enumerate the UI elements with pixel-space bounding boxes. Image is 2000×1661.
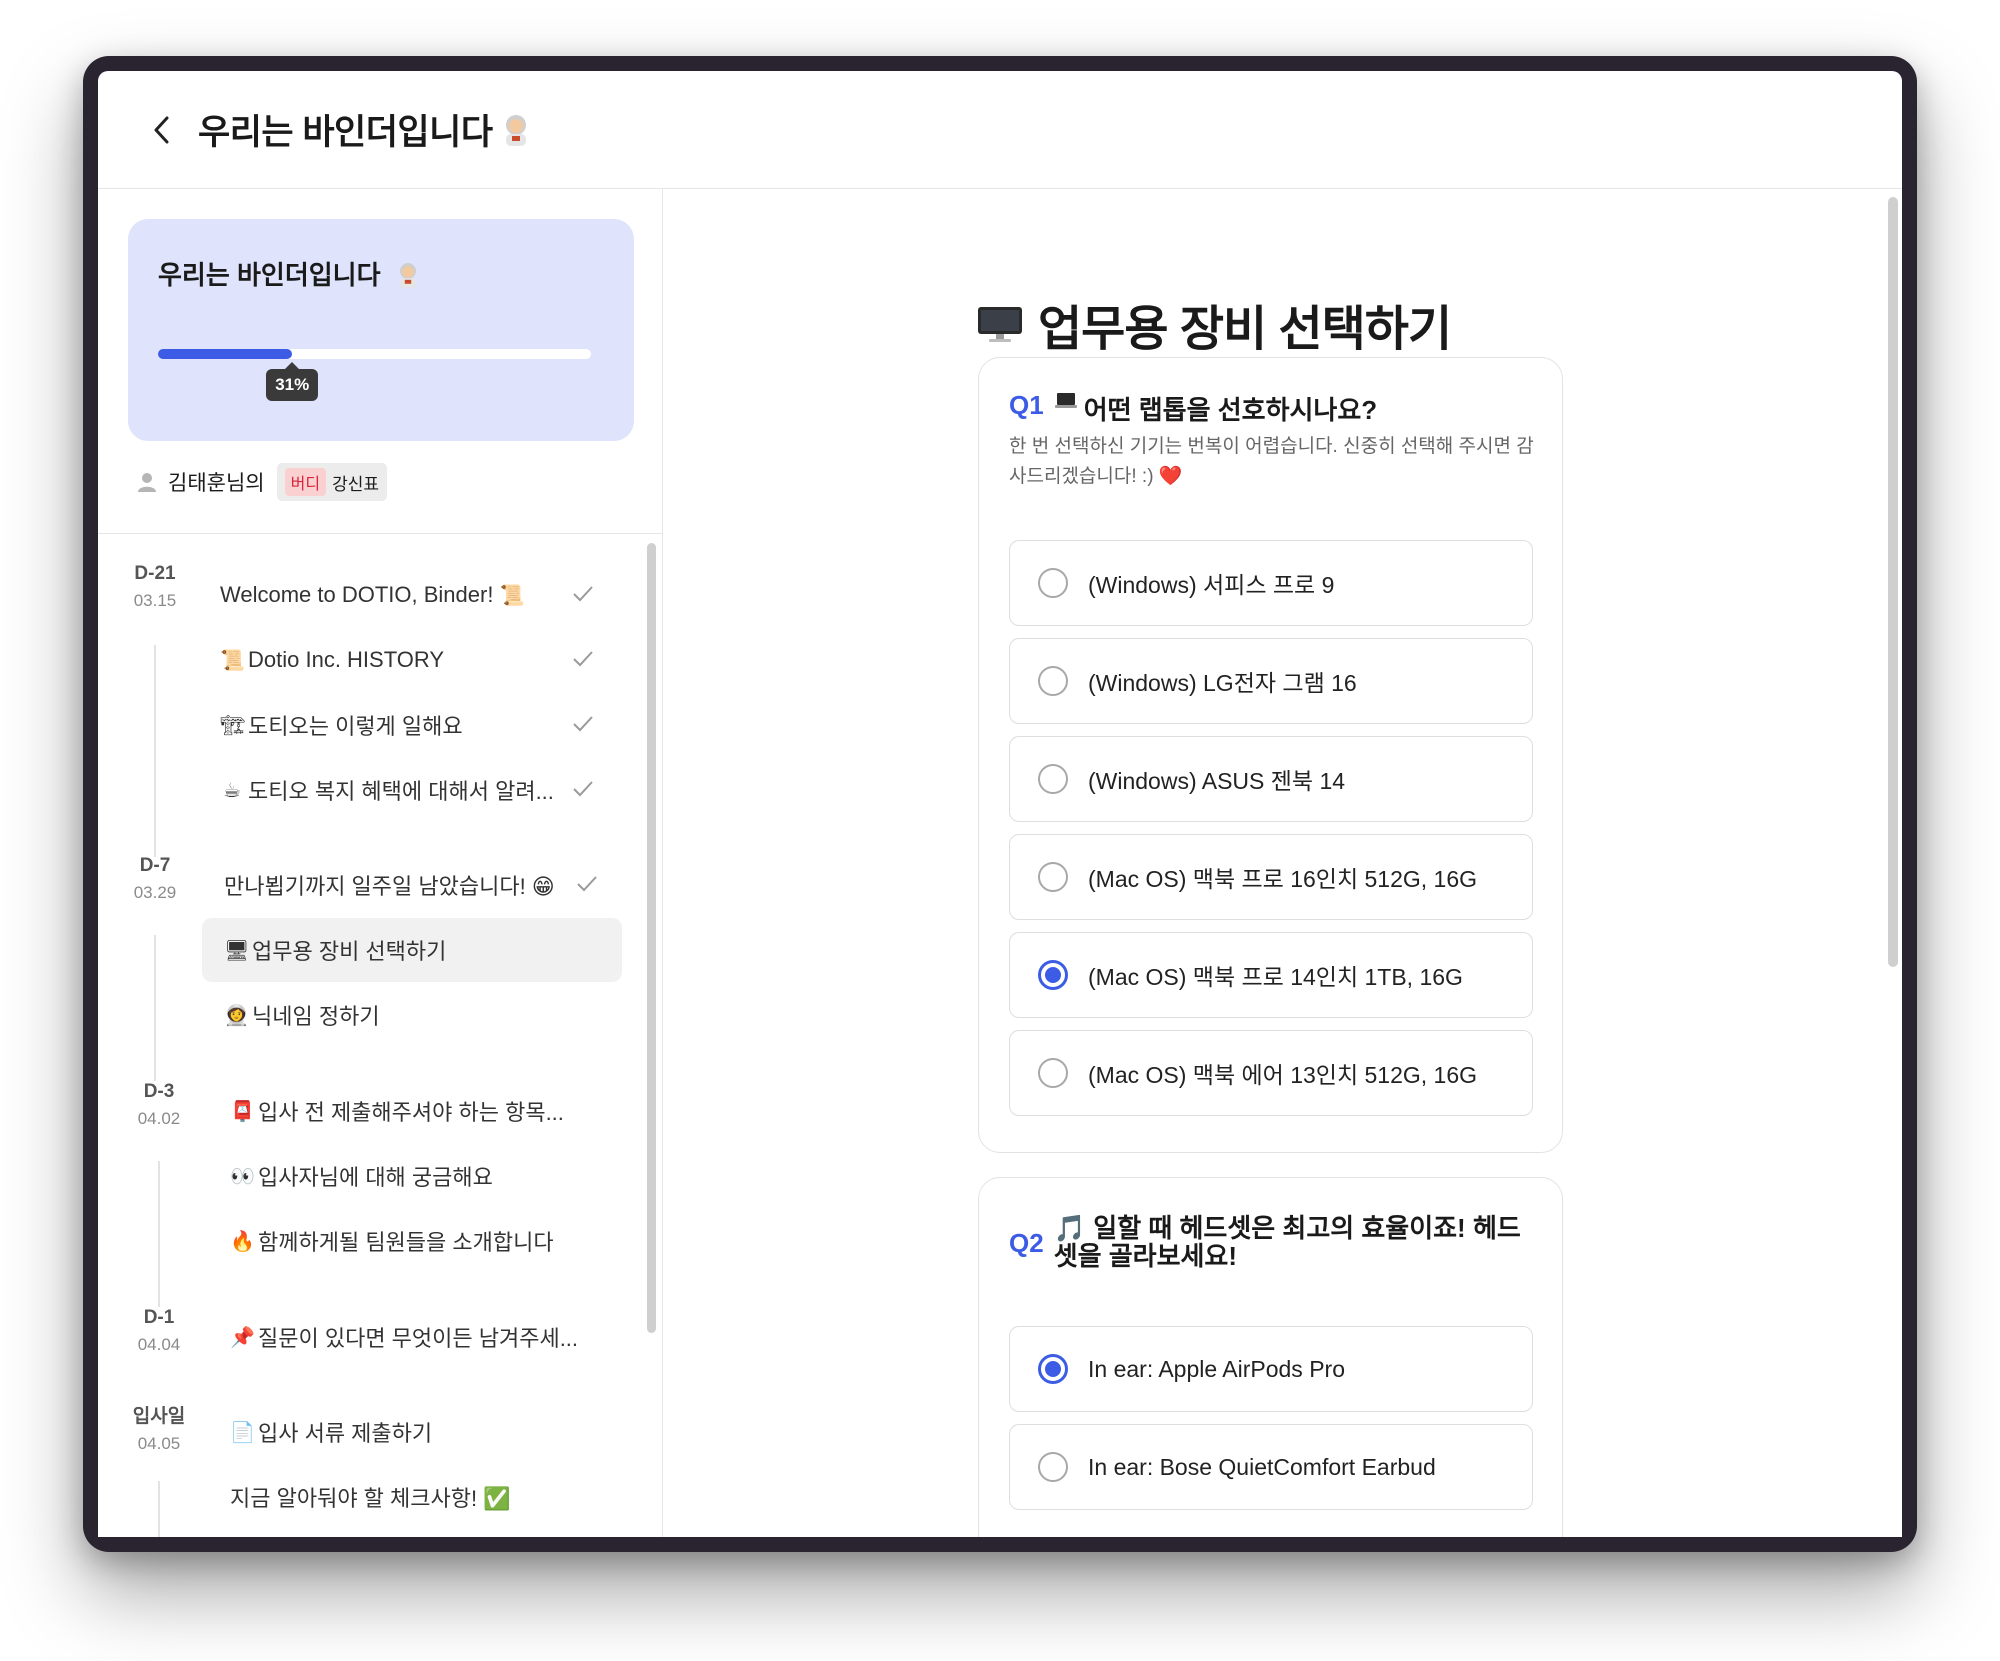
day-line xyxy=(154,645,156,857)
option-q2[interactable]: In ear: Bose QuietComfort Earbud xyxy=(1009,1424,1533,1510)
timeline-item[interactable]: 📜 Dotio Inc. HISTORY xyxy=(198,628,618,692)
radio-button[interactable] xyxy=(1038,568,1068,598)
check-icon xyxy=(573,716,593,732)
question-number: Q2 xyxy=(1009,1228,1044,1258)
day-label: D-21 03.15 xyxy=(133,563,177,610)
eyes-emoji-icon: 👀 xyxy=(230,1165,255,1188)
day-label: D-3 04.02 xyxy=(137,1081,181,1128)
question-title: Q1 어떤 랩톱을 선호하시나요? xyxy=(1009,390,1378,425)
question-number: Q1 xyxy=(1009,390,1044,420)
radio-button-selected[interactable] xyxy=(1038,960,1068,990)
check-icon xyxy=(573,651,593,667)
top-bar: 우리는 바인더입니다 xyxy=(98,71,1902,189)
progress-card: 우리는 바인더입니다 31% xyxy=(128,219,634,441)
check-icon xyxy=(573,781,593,797)
buddy-badge: 버디 강신표 xyxy=(276,463,387,501)
check-icon xyxy=(573,586,593,602)
question-title: Q2 🎵 일할 때 헤드셋은 최고의 효율이죠! 헤드셋을 골라보세요! xyxy=(1009,1213,1521,1271)
option-q2[interactable]: In ear: Apple AirPods Pro xyxy=(1009,1326,1533,1412)
divider xyxy=(98,533,662,534)
pushpin-emoji-icon: 📌 xyxy=(230,1326,255,1349)
timeline-item[interactable]: 🔥 함께하게될 팀원들을 소개합니다 xyxy=(208,1209,628,1273)
page-title: 우리는 바인더입니다 xyxy=(198,113,493,152)
day-label: 입사일 04.05 xyxy=(132,1406,186,1453)
left-panel: 우리는 바인더입니다 31% 김태훈님의 버디 강신표 D-21 03.15 D… xyxy=(98,189,663,1537)
radio-button-selected[interactable] xyxy=(1038,1354,1068,1384)
monitor-emoji-icon: 🖥 xyxy=(224,939,250,962)
astronaut-emoji-icon xyxy=(396,262,420,288)
progress-bar-fill xyxy=(158,349,293,359)
progress-bar xyxy=(158,349,591,359)
option-q1[interactable]: (Mac OS) 맥북 에어 13인치 512G, 16G xyxy=(1009,1030,1533,1116)
option-q1[interactable]: (Windows) LG전자 그램 16 xyxy=(1009,638,1533,724)
timeline-item[interactable]: 📌 질문이 있다면 무엇이든 남겨주세... xyxy=(208,1305,628,1369)
app-screen: 우리는 바인더입니다 우리는 바인더입니다 31% 김태훈님의 버디 강신표 D… xyxy=(98,71,1902,1537)
device-frame: 우리는 바인더입니다 우리는 바인더입니다 31% 김태훈님의 버디 강신표 D… xyxy=(83,56,1917,1552)
timeline-item[interactable]: 📮 입사 전 제출해주셔야 하는 항목... xyxy=(208,1079,628,1143)
construction-emoji-icon: 🏗 xyxy=(220,714,246,737)
left-scrollbar[interactable] xyxy=(647,543,656,1333)
timeline-item[interactable]: 지금 알아둬야 할 체크사항! ✅ xyxy=(208,1465,628,1529)
day-label: D-1 04.04 xyxy=(137,1307,181,1354)
option-q1[interactable]: (Windows) 서피스 프로 9 xyxy=(1009,540,1533,626)
radio-button[interactable] xyxy=(1038,862,1068,892)
radio-button[interactable] xyxy=(1038,1452,1068,1482)
owner-row: 김태훈님의 버디 강신표 xyxy=(136,463,387,501)
day-line xyxy=(154,935,156,1081)
coffee-emoji-icon: ☕ xyxy=(223,779,241,802)
buddy-tag: 버디 xyxy=(284,468,327,496)
question-card-q2: Q2 🎵 일할 때 헤드셋은 최고의 효율이죠! 헤드셋을 골라보세요! In … xyxy=(978,1177,1563,1537)
book-emoji-icon: 📜 xyxy=(220,649,245,672)
option-q1[interactable]: (Mac OS) 맥북 프로 14인치 1TB, 16G xyxy=(1009,932,1533,1018)
monitor-icon xyxy=(978,307,1022,342)
timeline: D-21 03.15 D-7 03.29 D-3 04.02 D-1 04.04… xyxy=(98,535,638,1537)
radio-button[interactable] xyxy=(1038,666,1068,696)
radio-button[interactable] xyxy=(1038,764,1068,794)
user-icon xyxy=(138,473,156,492)
timeline-item[interactable]: 🏗 도티오는 이렇게 일해요 xyxy=(198,693,618,757)
timeline-item[interactable]: Welcome to DOTIO, Binder! 📜 xyxy=(198,563,618,627)
timeline-item[interactable]: ☕ 도티오 복지 혜택에 대해서 알려... xyxy=(198,758,618,822)
astronaut-emoji-icon xyxy=(501,114,531,146)
timeline-item[interactable]: 만나뵙기까지 일주일 남았습니다! 😁 xyxy=(202,853,622,917)
question-description: 한 번 선택하신 기기는 번복이 어렵습니다. 신중히 선택해 주시면 감사드리… xyxy=(1009,436,1534,487)
question-card-q1: Q1 어떤 랩톱을 선호하시나요? 한 번 선택하신 기기는 번복이 어렵습니다… xyxy=(978,357,1563,1153)
section-title: 업무용 장비 선택하기 xyxy=(976,289,1452,359)
day-line xyxy=(158,1481,160,1537)
radio-button[interactable] xyxy=(1038,1058,1068,1088)
day-label: D-7 03.29 xyxy=(133,855,177,902)
timeline-item[interactable]: 👀 입사자님에 대해 궁금해요 xyxy=(208,1144,628,1208)
page-emoji-icon: 📄 xyxy=(230,1421,255,1444)
fire-emoji-icon: 🔥 xyxy=(230,1230,255,1253)
progress-card-title: 우리는 바인더입니다 xyxy=(158,255,420,292)
check-icon xyxy=(577,876,597,892)
buddy-name: 강신표 xyxy=(332,474,379,494)
timeline-item[interactable]: 📄 입사 서류 제출하기 xyxy=(208,1400,628,1464)
back-arrow-icon[interactable] xyxy=(148,116,176,144)
main-content: 업무용 장비 선택하기 Q1 어떤 랩톱을 선호하시나요? 한 번 선택하신 기… xyxy=(664,189,1902,1537)
timeline-item[interactable]: 👩‍🚀 닉네임 정하기 xyxy=(202,983,622,1047)
mailbox-emoji-icon: 📮 xyxy=(230,1100,255,1123)
scroll-emoji-icon: 📜 xyxy=(499,584,525,607)
progress-percent-label: 31% xyxy=(266,362,319,401)
option-q1[interactable]: (Windows) ASUS 젠북 14 xyxy=(1009,736,1533,822)
owner-name: 김태훈님의 xyxy=(168,472,265,495)
main-scrollbar[interactable] xyxy=(1888,197,1898,967)
laptop-icon xyxy=(1054,393,1077,408)
day-line xyxy=(158,1161,160,1307)
astronaut-emoji-icon: 👩‍🚀 xyxy=(224,1004,249,1027)
option-q1[interactable]: (Mac OS) 맥북 프로 16인치 512G, 16G xyxy=(1009,834,1533,920)
timeline-item-active[interactable]: 🖥 업무용 장비 선택하기 xyxy=(202,918,622,982)
